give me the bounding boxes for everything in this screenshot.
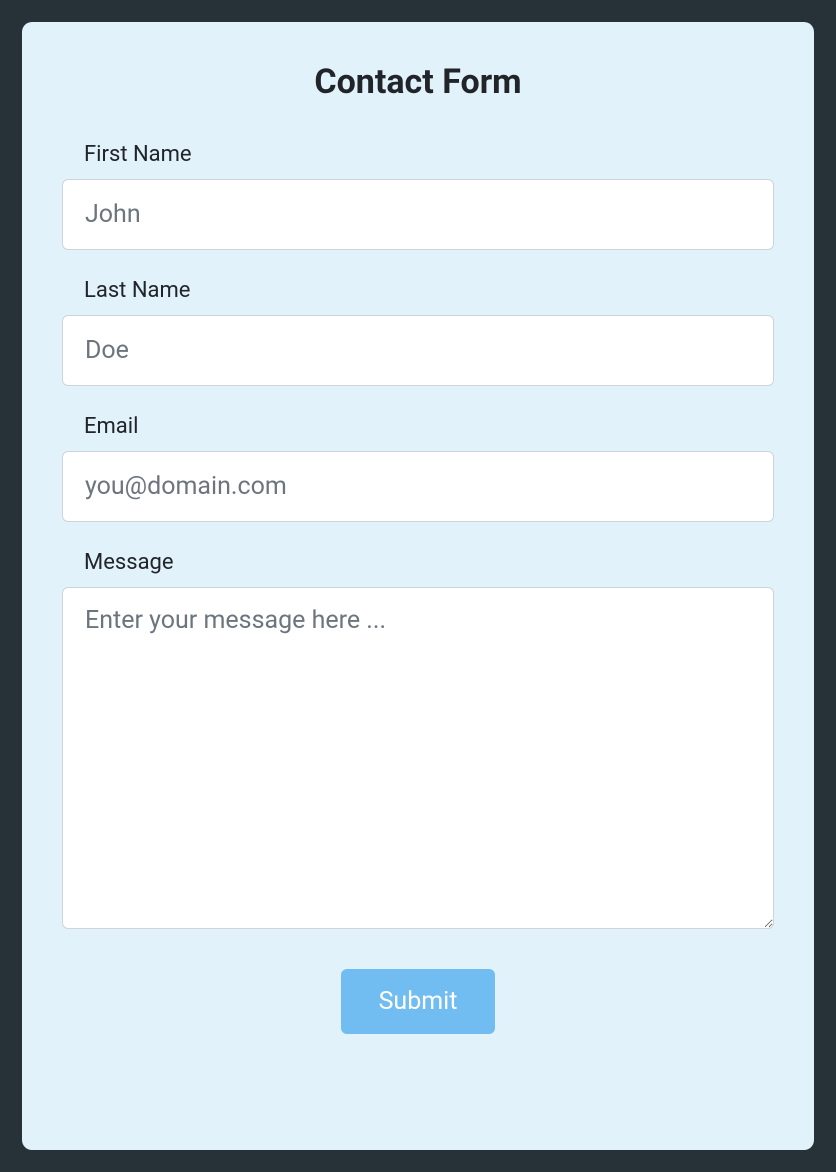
message-label: Message xyxy=(62,550,774,575)
last-name-input[interactable] xyxy=(62,315,774,386)
submit-button[interactable]: Submit xyxy=(341,969,496,1034)
last-name-label: Last Name xyxy=(62,278,774,303)
message-textarea[interactable] xyxy=(62,587,774,929)
form-title: Contact Form xyxy=(62,62,774,102)
contact-form-container: Contact Form First Name Last Name Email … xyxy=(22,22,814,1150)
email-input[interactable] xyxy=(62,451,774,522)
last-name-group: Last Name xyxy=(62,278,774,386)
first-name-input[interactable] xyxy=(62,179,774,250)
message-group: Message xyxy=(62,550,774,929)
email-group: Email xyxy=(62,414,774,522)
email-label: Email xyxy=(62,414,774,439)
first-name-label: First Name xyxy=(62,142,774,167)
first-name-group: First Name xyxy=(62,142,774,250)
submit-wrapper: Submit xyxy=(62,969,774,1034)
